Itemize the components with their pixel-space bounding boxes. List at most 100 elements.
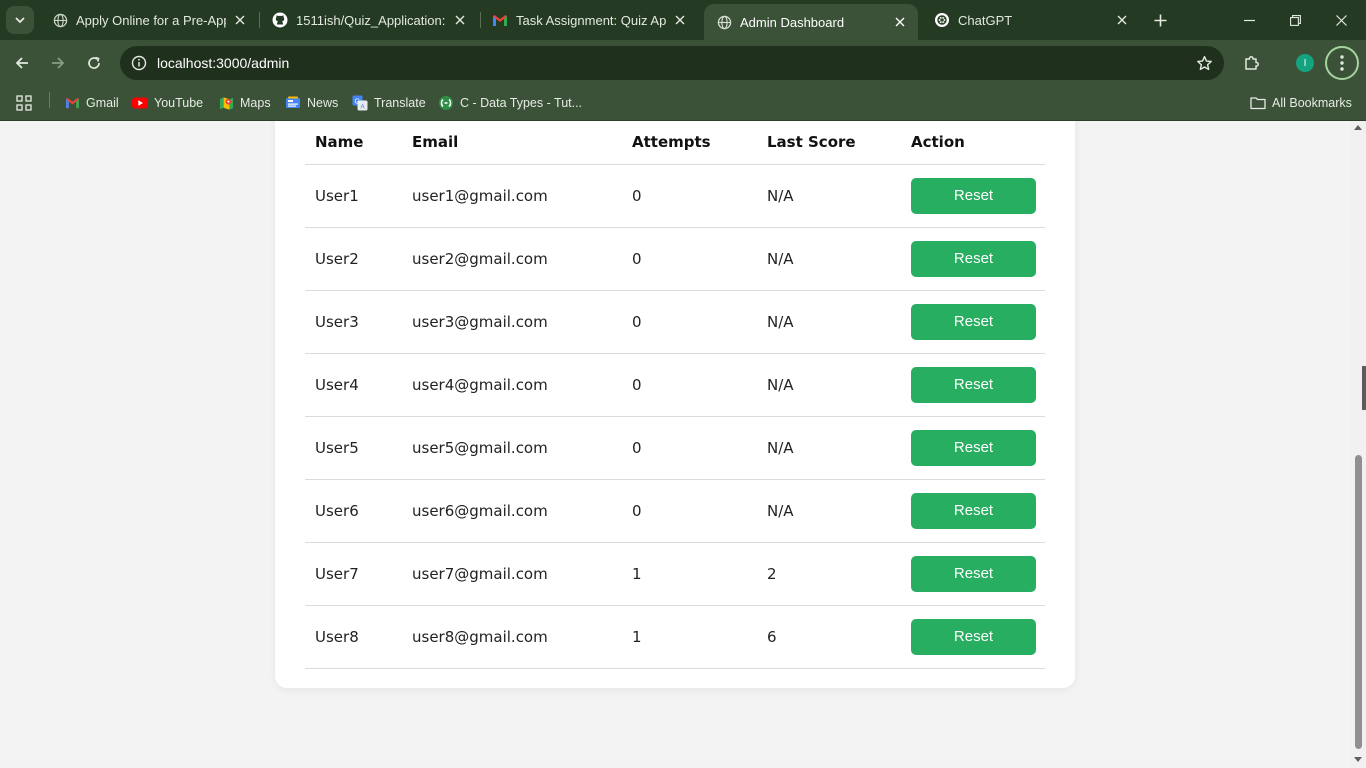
tab-admin-dashboard[interactable]: Admin Dashboard xyxy=(704,4,918,40)
table-row: User5 user5@gmail.com 0 N/A Reset xyxy=(305,416,1045,480)
cell-name: User7 xyxy=(305,542,402,606)
bookmark-label: YouTube xyxy=(154,96,204,110)
close-icon[interactable] xyxy=(452,12,468,28)
close-icon[interactable] xyxy=(892,14,908,30)
scroll-down-arrow-icon[interactable] xyxy=(1354,757,1362,762)
cell-last-score: 6 xyxy=(757,605,901,669)
users-card: Name Email Attempts Last Score Action Us… xyxy=(275,121,1075,688)
table-row: User8 user8@gmail.com 1 6 Reset xyxy=(305,605,1045,669)
cell-name: User1 xyxy=(305,164,402,228)
tab-github-quiz[interactable]: 1511ish/Quiz_Application: A xyxy=(260,0,478,40)
chevron-down-icon xyxy=(15,17,25,24)
cell-action: Reset xyxy=(901,353,1045,417)
reload-button[interactable] xyxy=(79,48,109,78)
tab-title: ChatGPT xyxy=(958,12,1013,28)
reset-button[interactable]: Reset xyxy=(911,366,1036,403)
cell-action: Reset xyxy=(901,164,1045,228)
reset-button[interactable]: Reset xyxy=(911,177,1036,214)
bookmark-news[interactable]: News xyxy=(285,92,338,114)
bookmark-label: Gmail xyxy=(86,96,119,110)
translate-icon: GA xyxy=(352,95,368,111)
table-row: User6 user6@gmail.com 0 N/A Reset xyxy=(305,479,1045,543)
tab-apply-online[interactable]: Apply Online for a Pre-Appr xyxy=(40,0,258,40)
svg-text:A: A xyxy=(361,105,365,111)
cell-attempts: 0 xyxy=(622,353,757,417)
table-row: User1 user1@gmail.com 0 N/A Reset xyxy=(305,164,1045,228)
browser-toolbar: localhost:3000/admin I xyxy=(0,40,1366,86)
cell-email: user7@gmail.com xyxy=(402,542,622,606)
reset-button[interactable]: Reset xyxy=(911,429,1036,466)
cell-action: Reset xyxy=(901,605,1045,669)
cell-email: user1@gmail.com xyxy=(402,164,622,228)
scrollbar-thumb[interactable] xyxy=(1355,455,1362,749)
cell-email: user6@gmail.com xyxy=(402,479,622,543)
tab-strip: Apply Online for a Pre-Appr 1511ish/Quiz… xyxy=(0,0,1366,40)
header-email: Email xyxy=(402,121,622,165)
puzzle-icon xyxy=(1245,56,1259,70)
bookmark-translate[interactable]: GA Translate xyxy=(352,92,426,114)
reset-button[interactable]: Reset xyxy=(911,303,1036,340)
browser-menu-button[interactable] xyxy=(1325,46,1359,80)
url-text[interactable]: localhost:3000/admin xyxy=(157,55,289,71)
cell-last-score: N/A xyxy=(757,353,901,417)
close-icon[interactable] xyxy=(232,12,248,28)
extensions-button[interactable] xyxy=(1237,48,1267,78)
page-viewport: Name Email Attempts Last Score Action Us… xyxy=(0,121,1350,768)
tab-title: Apply Online for a Pre-Appr xyxy=(76,12,226,28)
bookmark-youtube[interactable]: YouTube xyxy=(132,92,203,114)
site-info-icon[interactable] xyxy=(122,46,156,80)
scroll-up-arrow-icon[interactable] xyxy=(1354,125,1362,130)
cell-last-score: N/A xyxy=(757,416,901,480)
bookmark-maps[interactable]: Maps xyxy=(218,92,271,114)
new-tab-button[interactable] xyxy=(1146,6,1174,34)
reset-button[interactable]: Reset xyxy=(911,492,1036,529)
restore-button[interactable] xyxy=(1272,0,1318,40)
reset-button[interactable]: Reset xyxy=(911,618,1036,655)
cell-email: user8@gmail.com xyxy=(402,605,622,669)
cell-attempts: 1 xyxy=(622,605,757,669)
page-scrollbar[interactable] xyxy=(1350,121,1366,768)
cell-action: Reset xyxy=(901,290,1045,354)
tab-chatgpt[interactable]: ChatGPT xyxy=(922,0,1140,40)
globe-icon xyxy=(716,14,732,30)
bookmark-gmail[interactable]: Gmail xyxy=(64,92,119,114)
reset-button[interactable]: Reset xyxy=(911,240,1036,277)
bookmarks-bar: Gmail YouTube Maps News GA Translate C -… xyxy=(0,86,1366,121)
cell-email: user3@gmail.com xyxy=(402,290,622,354)
tab-title: Task Assignment: Quiz Appli xyxy=(516,12,666,28)
youtube-icon xyxy=(132,95,148,111)
cell-action: Reset xyxy=(901,479,1045,543)
back-button[interactable] xyxy=(7,48,37,78)
bookmark-label: C - Data Types - Tut... xyxy=(460,96,583,110)
close-icon[interactable] xyxy=(1114,12,1130,28)
bookmark-star-icon[interactable] xyxy=(1194,53,1214,73)
all-bookmarks-button[interactable]: All Bookmarks xyxy=(1250,92,1352,114)
cell-attempts: 0 xyxy=(622,290,757,354)
close-icon[interactable] xyxy=(672,12,688,28)
profile-avatar[interactable]: I xyxy=(1296,54,1314,72)
table-row: User7 user7@gmail.com 1 2 Reset xyxy=(305,542,1045,606)
address-bar[interactable]: localhost:3000/admin xyxy=(120,46,1224,80)
tab-title: 1511ish/Quiz_Application: A xyxy=(296,12,446,28)
tab-task-assignment[interactable]: Task Assignment: Quiz Appli xyxy=(480,0,698,40)
cell-action: Reset xyxy=(901,227,1045,291)
restore-icon xyxy=(1289,14,1301,26)
forward-button[interactable] xyxy=(43,48,73,78)
tab-title: Admin Dashboard xyxy=(740,14,845,30)
close-window-button[interactable] xyxy=(1318,0,1364,40)
cell-name: User3 xyxy=(305,290,402,354)
reset-button[interactable]: Reset xyxy=(911,555,1036,592)
bookmark-label: News xyxy=(307,96,339,110)
tab-search-button[interactable] xyxy=(6,6,34,34)
tutorial-icon xyxy=(438,95,454,111)
gmail-icon xyxy=(64,95,80,111)
bookmark-c-data-types[interactable]: C - Data Types - Tut... xyxy=(438,92,582,114)
bookmark-label: Translate xyxy=(374,96,426,110)
cell-email: user2@gmail.com xyxy=(402,227,622,291)
table-row: User3 user3@gmail.com 0 N/A Reset xyxy=(305,290,1045,354)
cell-last-score: 2 xyxy=(757,542,901,606)
plus-icon xyxy=(1154,14,1166,26)
news-icon xyxy=(285,95,301,111)
minimize-button[interactable] xyxy=(1226,0,1272,40)
apps-button[interactable] xyxy=(16,92,38,114)
